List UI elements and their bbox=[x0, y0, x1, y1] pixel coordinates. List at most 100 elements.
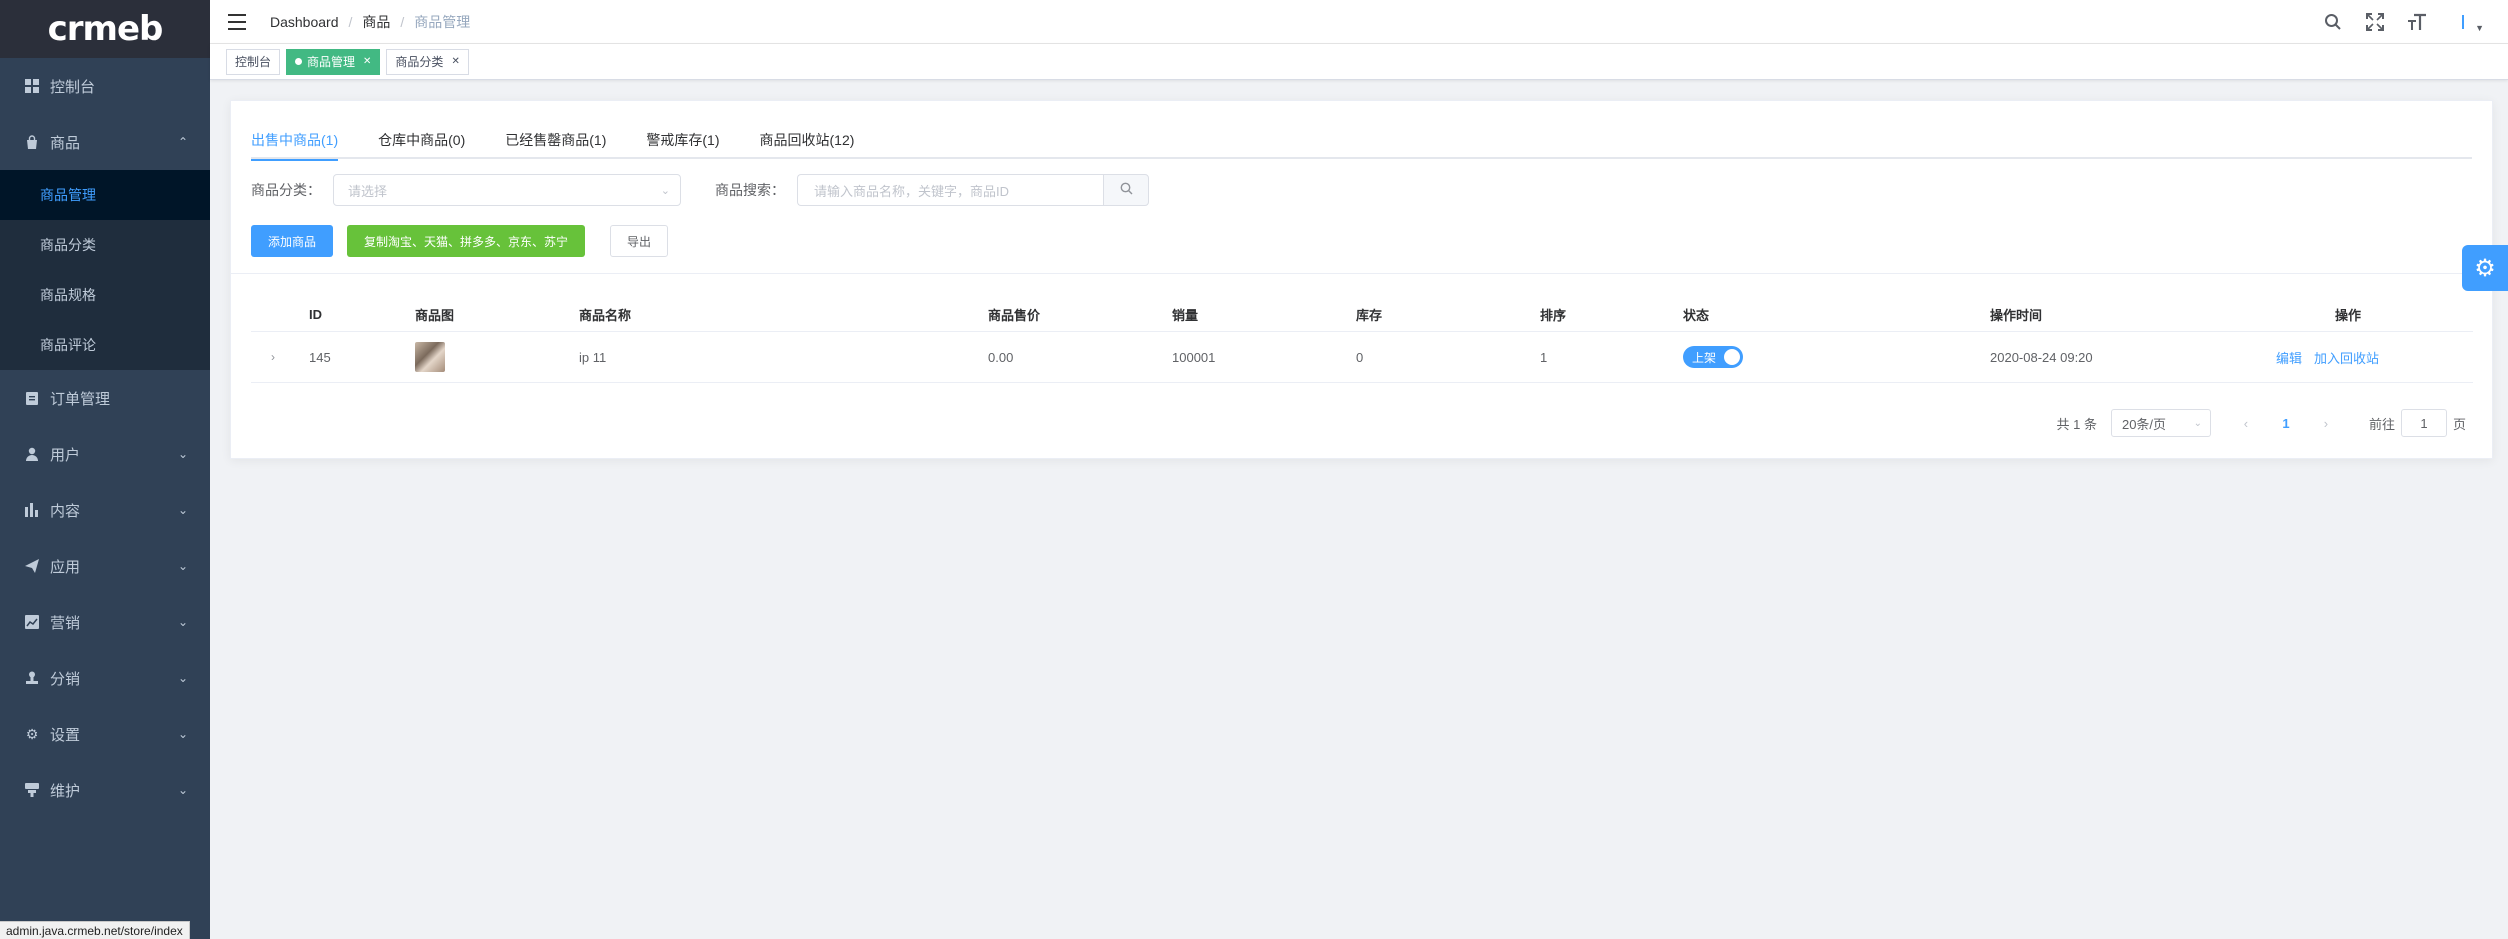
tab-on-sale[interactable]: 出售中商品(1) bbox=[251, 123, 339, 161]
font-size-icon[interactable] bbox=[2406, 11, 2428, 33]
sidebar-item-goods-spec[interactable]: 商品规格 bbox=[0, 270, 210, 320]
clipboard-icon bbox=[24, 390, 40, 406]
divider bbox=[231, 273, 2492, 274]
page-number[interactable]: 1 bbox=[2271, 416, 2301, 431]
tab-recycle-bin[interactable]: 商品回收站(12) bbox=[760, 123, 855, 159]
sidebar-item-label: 设置 bbox=[50, 726, 81, 744]
col-sales: 销量 bbox=[1172, 308, 1199, 323]
sidebar-item-goods-category[interactable]: 商品分类 bbox=[0, 220, 210, 270]
sidebar-item-maintenance[interactable]: 维护 ⌄ bbox=[0, 762, 210, 818]
sidebar-item-label: 分销 bbox=[50, 670, 81, 688]
search-icon bbox=[1120, 182, 1133, 198]
search-label: 商品搜索： bbox=[715, 182, 785, 198]
goto-page-input[interactable]: 1 bbox=[2400, 409, 2447, 437]
edit-link[interactable]: 编辑 bbox=[2276, 348, 2302, 367]
goto-suffix: 页 bbox=[2452, 416, 2466, 432]
action-buttons: 添加商品 复制淘宝、天猫、拼多多、京东、苏宁 导出 bbox=[251, 225, 669, 257]
chevron-down-icon: ⌄ bbox=[660, 184, 670, 197]
search-icon[interactable] bbox=[2322, 11, 2344, 33]
gear-icon: ⚙ bbox=[25, 725, 39, 742]
avatar[interactable]: ▼ bbox=[2448, 7, 2484, 37]
tag-dashboard[interactable]: 控制台 bbox=[226, 48, 281, 75]
table-row: › 145 ip 11 0.00 100001 0 1 上架 2020-08-2… bbox=[251, 332, 2473, 383]
export-button[interactable]: 导出 bbox=[610, 225, 669, 257]
bar-chart-icon bbox=[24, 502, 40, 518]
move-to-recycle-link[interactable]: 加入回收站 bbox=[2314, 348, 2379, 367]
breadcrumb-dashboard[interactable]: Dashboard bbox=[270, 14, 339, 30]
logo[interactable]: crmeb bbox=[0, 0, 210, 58]
submenu-goods: 商品管理 商品分类 商品规格 商品评论 bbox=[0, 170, 210, 370]
chevron-right-icon[interactable]: › bbox=[271, 332, 275, 382]
sidebar-item-label: 控制台 bbox=[50, 78, 96, 96]
settings-float-button[interactable]: ⚙ bbox=[2462, 245, 2508, 291]
category-label: 商品分类： bbox=[251, 182, 321, 198]
product-thumbnail[interactable] bbox=[415, 332, 445, 382]
search-input[interactable]: 请输入商品名称，关键字，商品ID bbox=[797, 174, 1103, 206]
page-size-select[interactable]: 20条/页 ⌄ bbox=[2110, 409, 2211, 437]
sidebar-item-distribution[interactable]: 分销 ⌄ bbox=[0, 650, 210, 706]
hamburger-icon[interactable] bbox=[228, 13, 246, 30]
close-icon[interactable]: ✕ bbox=[363, 50, 371, 74]
sidebar-item-dashboard[interactable]: 控制台 bbox=[0, 58, 210, 114]
page-size-value: 20条/页 bbox=[2121, 416, 2167, 432]
sidebar-item-marketing[interactable]: 营销 ⌄ bbox=[0, 594, 210, 650]
user-icon bbox=[24, 446, 40, 462]
add-goods-button[interactable]: 添加商品 bbox=[251, 225, 334, 257]
active-dot-icon bbox=[295, 58, 303, 65]
col-status: 状态 bbox=[1683, 308, 1710, 323]
tab-stock-alert[interactable]: 警戒库存(1) bbox=[646, 123, 719, 159]
tag-goods-category[interactable]: 商品分类 ✕ bbox=[386, 48, 469, 75]
sidebar-item-content[interactable]: 内容 ⌄ bbox=[0, 482, 210, 538]
sidebar-item-goods-manage[interactable]: 商品管理 bbox=[0, 170, 210, 220]
tag-label: 商品分类 bbox=[395, 54, 444, 69]
sidebar-item-orders[interactable]: 订单管理 bbox=[0, 370, 210, 426]
chevron-down-icon: ⌄ bbox=[177, 615, 188, 629]
header-actions: ▼ bbox=[2322, 0, 2484, 44]
col-stock: 库存 bbox=[1356, 308, 1383, 323]
next-page-button[interactable]: › bbox=[2311, 416, 2341, 431]
search-placeholder: 请输入商品名称，关键字，商品ID bbox=[814, 183, 1010, 199]
prev-page-button[interactable]: ‹ bbox=[2231, 416, 2261, 431]
chevron-down-icon: ⌄ bbox=[177, 559, 188, 573]
shopping-bag-icon bbox=[24, 134, 40, 150]
tab-warehouse[interactable]: 仓库中商品(0) bbox=[378, 123, 465, 159]
status-switch[interactable]: 上架 bbox=[1683, 332, 1743, 382]
chart-icon bbox=[24, 614, 40, 630]
sidebar-item-label: 营销 bbox=[50, 614, 81, 632]
sidebar-item-goods-review[interactable]: 商品评论 bbox=[0, 320, 210, 370]
close-icon[interactable]: ✕ bbox=[451, 50, 459, 74]
top-navbar: Dashboard / 商品 / 商品管理 ▼ bbox=[210, 0, 2508, 44]
search-group: 请输入商品名称，关键字，商品ID bbox=[797, 174, 1149, 206]
chevron-down-icon: ⌄ bbox=[177, 783, 188, 797]
browser-status-bar: admin.java.crmeb.net/store/index bbox=[0, 921, 190, 939]
caret-down-icon: ▼ bbox=[2475, 23, 2484, 33]
pagination-total: 共 1 条 bbox=[2056, 416, 2097, 432]
sidebar-item-app[interactable]: 应用 ⌄ bbox=[0, 538, 210, 594]
category-select[interactable]: 请选择 ⌄ bbox=[333, 174, 681, 206]
sidebar-item-label: 维护 bbox=[50, 782, 81, 800]
category-placeholder: 请选择 bbox=[348, 183, 388, 199]
copy-goods-button[interactable]: 复制淘宝、天猫、拼多多、京东、苏宁 bbox=[347, 225, 586, 257]
maintenance-icon bbox=[24, 782, 40, 798]
gear-icon: ⚙ bbox=[2474, 254, 2496, 282]
cell-price: 0.00 bbox=[988, 349, 1014, 365]
sidebar-item-user[interactable]: 用户 ⌄ bbox=[0, 426, 210, 482]
chevron-up-icon: ⌃ bbox=[177, 135, 188, 149]
tags-view: 控制台 商品管理 ✕ 商品分类 ✕ bbox=[210, 44, 2508, 80]
cell-stock: 0 bbox=[1356, 349, 1364, 365]
fullscreen-icon[interactable] bbox=[2364, 11, 2386, 33]
breadcrumb-goods[interactable]: 商品 bbox=[362, 12, 390, 32]
sidebar-item-settings[interactable]: ⚙ 设置 ⌄ bbox=[0, 706, 210, 762]
goods-tabs: 出售中商品(1) 仓库中商品(0) 已经售罄商品(1) 警戒库存(1) 商品回收… bbox=[251, 123, 2472, 161]
col-name: 商品名称 bbox=[579, 308, 632, 323]
search-button[interactable] bbox=[1103, 174, 1149, 206]
sidebar-item-label: 内容 bbox=[50, 502, 81, 520]
tag-goods-manage[interactable]: 商品管理 ✕ bbox=[286, 48, 381, 75]
col-id: ID bbox=[309, 307, 322, 322]
col-time: 操作时间 bbox=[1990, 308, 2043, 323]
sidebar-item-label: 订单管理 bbox=[50, 390, 111, 408]
sidebar-item-goods[interactable]: 商品 ⌃ bbox=[0, 114, 210, 170]
sidebar: crmeb 控制台 商品 ⌃ 商品管理 商品分类 商品规格 商品评论 订单管理 … bbox=[0, 0, 210, 939]
tab-sold-out[interactable]: 已经售罄商品(1) bbox=[505, 123, 606, 159]
chevron-down-icon: ⌄ bbox=[177, 671, 188, 685]
